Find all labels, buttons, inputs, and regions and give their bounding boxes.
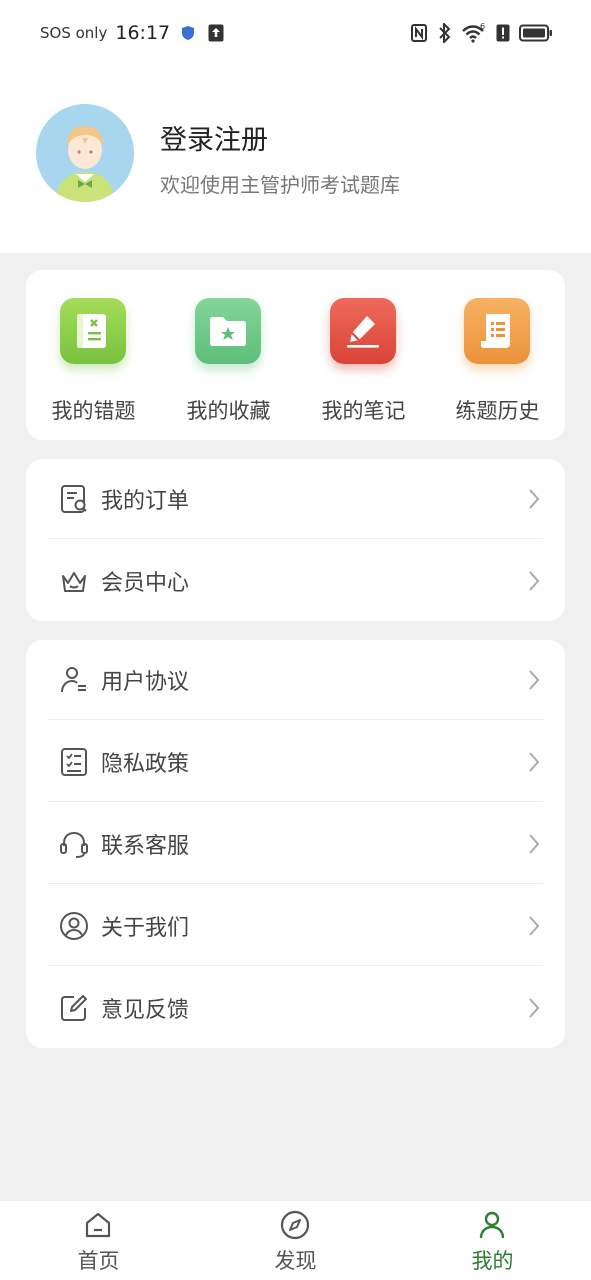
divider (48, 883, 543, 884)
home-icon (82, 1209, 114, 1241)
chevron-right-icon (527, 569, 541, 593)
tab-label: 我的 (471, 1249, 514, 1273)
quick-action-label: 练题历史 (455, 399, 540, 423)
quick-action-favorites[interactable]: 我的收藏 (161, 270, 296, 440)
tab-mine[interactable]: 我的 (394, 1201, 591, 1280)
quick-action-label: 我的笔记 (321, 399, 406, 423)
quick-action-notes[interactable]: 我的笔记 (296, 270, 431, 440)
user-circle-icon (59, 911, 89, 941)
notebook-x-icon (60, 298, 126, 364)
menu-item-orders[interactable]: 我的订单 (26, 459, 565, 539)
bottom-tab-bar: 首页 发现 我的 (0, 1200, 591, 1280)
clock: 16:17 (115, 22, 171, 44)
scroll-list-icon (464, 298, 530, 364)
edit-box-icon (59, 993, 89, 1023)
order-icon (59, 484, 89, 514)
status-bar: SOS only 16:17 6 (0, 0, 591, 66)
sos-text: SOS only (40, 24, 108, 42)
shield-icon (178, 23, 198, 43)
chevron-right-icon (527, 832, 541, 856)
login-register-title[interactable]: 登录注册 (160, 118, 268, 157)
tab-label: 首页 (77, 1249, 120, 1273)
person-icon (476, 1209, 508, 1241)
tab-label: 发现 (274, 1249, 317, 1273)
folder-star-icon (195, 298, 261, 364)
tab-discover[interactable]: 发现 (197, 1201, 394, 1280)
status-right: 6 (409, 23, 553, 43)
menu-item-about-us[interactable]: 关于我们 (26, 886, 565, 966)
chevron-right-icon (527, 750, 541, 774)
compass-icon (279, 1209, 311, 1241)
menu-item-user-agreement[interactable]: 用户协议 (26, 640, 565, 720)
menu-item-label: 关于我们 (101, 916, 190, 941)
chevron-right-icon (527, 668, 541, 692)
menu-item-label: 我的订单 (101, 489, 190, 514)
profile-header[interactable]: 登录注册 欢迎使用主管护师考试题库 (0, 66, 591, 253)
wifi-badge: 6 (480, 23, 485, 31)
menu-group-info: 用户协议 隐私政策 联系客服 关于我们 意见反馈 (26, 640, 565, 1048)
quick-action-label: 我的错题 (51, 399, 136, 423)
nfc-icon (409, 23, 429, 43)
quick-action-wrong-questions[interactable]: 我的错题 (26, 270, 161, 440)
avatar[interactable] (36, 104, 134, 202)
quick-action-label: 我的收藏 (186, 399, 271, 423)
upload-icon (206, 23, 226, 43)
menu-item-label: 联系客服 (101, 834, 190, 859)
menu-item-label: 用户协议 (101, 670, 190, 695)
chevron-right-icon (527, 996, 541, 1020)
divider (48, 538, 543, 539)
checklist-icon (59, 747, 89, 777)
user-agreement-icon (59, 665, 89, 695)
menu-item-label: 意见反馈 (101, 998, 190, 1023)
wifi-icon: 6 (461, 23, 487, 43)
tab-home[interactable]: 首页 (0, 1201, 197, 1280)
quick-action-history[interactable]: 练题历史 (430, 270, 565, 440)
welcome-subtitle: 欢迎使用主管护师考试题库 (160, 173, 400, 197)
menu-group-account: 我的订单 会员中心 (26, 459, 565, 621)
menu-item-membership[interactable]: 会员中心 (26, 541, 565, 621)
menu-item-feedback[interactable]: 意见反馈 (26, 968, 565, 1048)
divider (48, 801, 543, 802)
status-left: SOS only 16:17 (40, 22, 226, 44)
divider (48, 719, 543, 720)
divider (48, 965, 543, 966)
alert-icon (493, 23, 513, 43)
menu-item-label: 隐私政策 (101, 752, 190, 777)
menu-item-label: 会员中心 (101, 571, 190, 596)
chevron-right-icon (527, 487, 541, 511)
bluetooth-icon (435, 23, 455, 43)
pencil-icon (330, 298, 396, 364)
battery-icon (519, 23, 553, 43)
headset-icon (59, 829, 89, 859)
menu-item-customer-service[interactable]: 联系客服 (26, 804, 565, 884)
quick-actions-card: 我的错题 我的收藏 我的笔记 练题历史 (26, 270, 565, 440)
chevron-right-icon (527, 914, 541, 938)
menu-item-privacy-policy[interactable]: 隐私政策 (26, 722, 565, 802)
crown-icon (59, 566, 89, 596)
